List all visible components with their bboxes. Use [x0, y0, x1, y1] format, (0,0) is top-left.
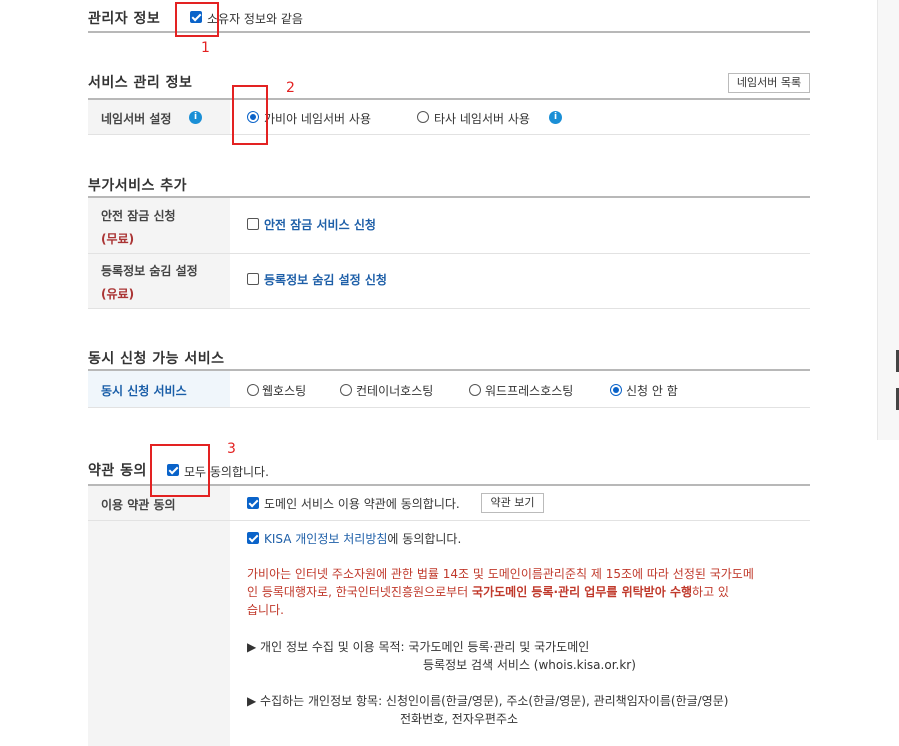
- purpose-line-2: 등록정보 검색 서비스 (whois.kisa.or.kr): [423, 658, 636, 672]
- divider: [88, 407, 810, 408]
- usage-terms-label: 이용 약관 동의: [101, 498, 176, 512]
- agree-domain-checkbox[interactable]: [247, 497, 259, 509]
- lock-price: (무료): [101, 232, 135, 246]
- service-admin-title: 서비스 관리 정보: [88, 75, 193, 91]
- right-panel-edge: [877, 0, 899, 440]
- webhosting-label: 웹호스팅: [262, 384, 307, 398]
- annotation-box-1: [175, 2, 219, 37]
- admin-title: 관리자 정보: [88, 11, 161, 27]
- other-ns-radio[interactable]: [417, 111, 429, 123]
- same-as-owner-label: 소유자 정보와 같음: [207, 12, 303, 26]
- lock-option-label[interactable]: 안전 잠금 서비스 신청: [264, 216, 376, 233]
- terms-label-cell: [88, 486, 230, 746]
- annotation-box-3: [150, 444, 210, 497]
- gabia-ns-label: 가비아 네임서버 사용: [264, 112, 371, 126]
- annotation-box-2: [232, 85, 268, 145]
- view-terms-button[interactable]: 약관 보기: [481, 493, 544, 513]
- hide-checkbox[interactable]: [247, 273, 259, 285]
- items-line-2: 전화번호, 전자우편주소: [400, 712, 519, 726]
- webhosting-radio[interactable]: [247, 384, 259, 396]
- kisa-notice: 가비아는 인터넷 주소자원에 관한 법률 14조 및 도메인이름관리준칙 제 1…: [247, 565, 807, 619]
- container-hosting-label: 컨테이너호스팅: [356, 384, 434, 398]
- agree-kisa-checkbox[interactable]: [247, 532, 259, 544]
- divider: [88, 134, 810, 135]
- notice-text: 하고 있: [692, 585, 729, 599]
- notice-line-1: 가비아는 인터넷 주소자원에 관한 법률 14조 및 도메인이름관리준칙 제 1…: [247, 567, 754, 581]
- ns-label: 네임서버 설정: [101, 112, 172, 126]
- kisa-agree-suffix: 에 동의합니다.: [387, 532, 462, 546]
- agree-domain-label: 도메인 서비스 이용 약관에 동의합니다.: [264, 497, 460, 511]
- no-apply-radio[interactable]: [610, 384, 622, 396]
- divider: [88, 253, 810, 254]
- kisa-agree-text: KISA 개인정보 처리방침에 동의합니다.: [264, 530, 461, 547]
- items-line-1: ▶ 수집하는 개인정보 항목: 신청인이름(한글/영문), 주소(한글/영문),…: [247, 694, 729, 708]
- notice-bold: 국가도메인 등록·관리 업무를 위탁받아 수행: [472, 585, 693, 599]
- addon-title: 부가서비스 추가: [88, 178, 188, 194]
- other-ns-label: 타사 네임서버 사용: [434, 112, 530, 126]
- annotation-number-1: 1: [201, 40, 210, 56]
- ns-list-button[interactable]: 네임서버 목록: [728, 73, 810, 93]
- kisa-privacy-link[interactable]: KISA 개인정보 처리방침: [264, 532, 387, 546]
- info-icon[interactable]: i: [189, 111, 202, 124]
- annotation-number-3: 3: [227, 441, 236, 457]
- notice-line-2: 인 등록대행자로, 한국인터넷진흥원으로부터 국가도메인 등록·관리 업무를 위…: [247, 583, 807, 601]
- notice-line-3: 습니다.: [247, 603, 284, 617]
- info-icon[interactable]: i: [549, 111, 562, 124]
- hide-label: 등록정보 숨김 설정: [101, 264, 198, 278]
- divider: [88, 308, 810, 309]
- concurrent-label: 동시 신청 서비스: [101, 384, 187, 398]
- no-apply-label: 신청 안 함: [626, 384, 678, 398]
- notice-text: 인 등록대행자로, 한국인터넷진흥원으로부터: [247, 585, 473, 599]
- wordpress-hosting-label: 워드프레스호스팅: [485, 384, 574, 398]
- terms-title: 약관 동의: [88, 463, 147, 479]
- lock-checkbox[interactable]: [247, 218, 259, 230]
- wordpress-hosting-radio[interactable]: [469, 384, 481, 396]
- lock-label: 안전 잠금 신청: [101, 209, 176, 223]
- annotation-number-2: 2: [286, 80, 295, 96]
- hide-option-label[interactable]: 등록정보 숨김 설정 신청: [264, 271, 387, 288]
- concurrent-title: 동시 신청 가능 서비스: [88, 351, 225, 367]
- container-hosting-radio[interactable]: [340, 384, 352, 396]
- divider: [88, 520, 810, 521]
- purpose-line-1: ▶ 개인 정보 수집 및 이용 목적: 국가도메인 등록·관리 및 국가도메인: [247, 640, 590, 654]
- hide-price: (유료): [101, 287, 135, 301]
